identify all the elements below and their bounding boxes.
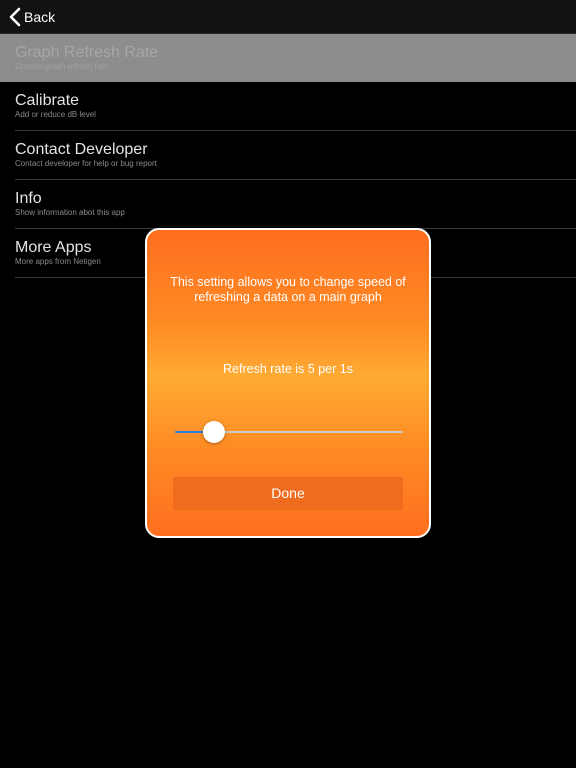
menu-item-title: Calibrate bbox=[15, 92, 80, 109]
menu-item-contact-developer[interactable]: Contact Developer Contact developer for … bbox=[0, 131, 576, 180]
menu-item-graph-refresh-rate[interactable]: Graph Refresh Rate Choose graph refresh … bbox=[0, 34, 576, 82]
refresh-rate-slider[interactable] bbox=[175, 418, 403, 446]
menu-item-title: Contact Developer bbox=[15, 141, 148, 158]
menu-item-title: Graph Refresh Rate bbox=[15, 44, 159, 61]
dialog-message: This setting allows you to change speed … bbox=[170, 275, 406, 304]
menu-item-subtitle: Choose graph refresh rate bbox=[15, 62, 109, 71]
back-label: Back bbox=[24, 9, 56, 25]
menu-item-subtitle: Add or reduce dB level bbox=[15, 110, 96, 119]
refresh-rate-label: Refresh rate is 5 per 1s bbox=[223, 362, 353, 376]
menu-item-title: Info bbox=[15, 190, 42, 207]
menu-item-info[interactable]: Info Show information abot this app bbox=[0, 180, 576, 229]
chevron-left-icon bbox=[9, 7, 21, 27]
screen: Back Graph Refresh Rate Choose graph ref… bbox=[0, 0, 576, 768]
menu-item-subtitle: Show information abot this app bbox=[15, 208, 125, 217]
menu-item-subtitle: Contact developer for help or bug report bbox=[15, 159, 157, 168]
back-button[interactable]: Back bbox=[8, 6, 55, 28]
slider-thumb[interactable] bbox=[202, 421, 225, 443]
navigation-bar: Back bbox=[0, 0, 576, 34]
done-button[interactable]: Done bbox=[173, 477, 403, 510]
menu-item-calibrate[interactable]: Calibrate Add or reduce dB level bbox=[0, 82, 576, 131]
refresh-rate-dialog: This setting allows you to change speed … bbox=[145, 228, 431, 538]
